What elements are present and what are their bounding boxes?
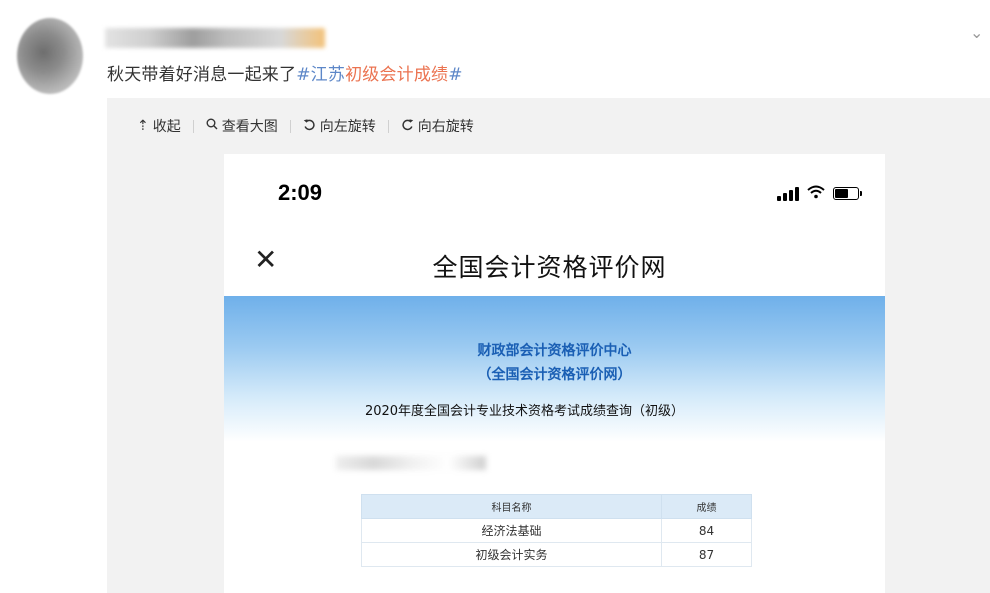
org-name: 财政部会计资格评价中心	[477, 343, 632, 359]
topic-link-jiangsu[interactable]: 江苏	[311, 65, 345, 85]
phone-time: 2:09	[278, 180, 323, 205]
table-header-score: 成绩	[661, 494, 752, 519]
rotate-right-icon	[401, 118, 414, 135]
rotate-left-label: 向左旋转	[319, 119, 376, 135]
rotate-left-icon	[303, 118, 316, 135]
query-title: 2020年度全国会计专业技术资格考试成绩查询（初级）	[364, 404, 685, 419]
phone-status-bar: 2:09	[224, 154, 885, 244]
divider	[387, 119, 389, 133]
org-subname: （全国会计资格评价网）	[477, 367, 632, 383]
magnifier-icon	[206, 118, 218, 134]
divider	[289, 119, 291, 133]
phone-screenshot-image[interactable]: 2:09 ✕ 全国会计资格评价网 财政部会计资格评价中心 （全国会计资格评价网）…	[224, 154, 885, 593]
post-text: 秋天带着好消息一起来了#江苏初级会计成绩#	[107, 60, 463, 85]
status-icons	[777, 184, 862, 203]
media-viewer: ⇡ 收起 查看大图 向左旋转 向右旋转 2:09 ✕ 全国会计资格评价网 财政部…	[107, 98, 990, 593]
score-cell: 84	[661, 518, 752, 543]
phone-nav-bar: ✕ 全国会计资格评价网	[224, 234, 885, 294]
topic-link[interactable]: 初级会计成绩	[345, 65, 448, 85]
table-row: 初级会计实务 87	[361, 542, 752, 567]
collapse-button[interactable]: ⇡ 收起	[137, 116, 181, 136]
table-row: 经济法基础 84	[361, 518, 752, 543]
battery-icon	[833, 187, 862, 200]
media-toolbar: ⇡ 收起 查看大图 向左旋转 向右旋转	[137, 116, 474, 136]
site-banner: 财政部会计资格评价中心 （全国会计资格评价网） 2020年度全国会计专业技术资格…	[224, 296, 885, 442]
score-cell: 87	[661, 542, 752, 567]
subject-cell: 经济法基础	[361, 518, 662, 543]
table-header-subject: 科目名称	[361, 494, 662, 519]
blurred-candidate-info	[336, 456, 486, 470]
rotate-right-label: 向右旋转	[417, 119, 474, 135]
avatar[interactable]	[17, 18, 83, 94]
table-header-row: 科目名称 成绩	[361, 494, 752, 519]
wifi-icon	[807, 184, 825, 203]
view-large-label: 查看大图	[221, 119, 278, 135]
subject-cell: 初级会计实务	[361, 542, 662, 567]
username-blurred[interactable]	[105, 28, 325, 48]
score-table: 科目名称 成绩 经济法基础 84 初级会计实务 87	[361, 494, 752, 567]
arrow-up-icon: ⇡	[137, 118, 149, 134]
topic-hash-close[interactable]: #	[448, 65, 462, 85]
view-large-button[interactable]: 查看大图	[206, 116, 278, 136]
divider	[192, 119, 194, 133]
post-text-body: 秋天带着好消息一起来了	[107, 65, 297, 85]
rotate-left-button[interactable]: 向左旋转	[303, 116, 376, 136]
signal-icon	[777, 186, 799, 201]
chevron-down-icon[interactable]: ⌄	[970, 25, 984, 41]
topic-hash-open[interactable]: #	[296, 65, 310, 85]
rotate-right-button[interactable]: 向右旋转	[401, 116, 474, 136]
phone-nav-title: 全国会计资格评价网	[432, 253, 667, 282]
collapse-label: 收起	[152, 119, 181, 135]
